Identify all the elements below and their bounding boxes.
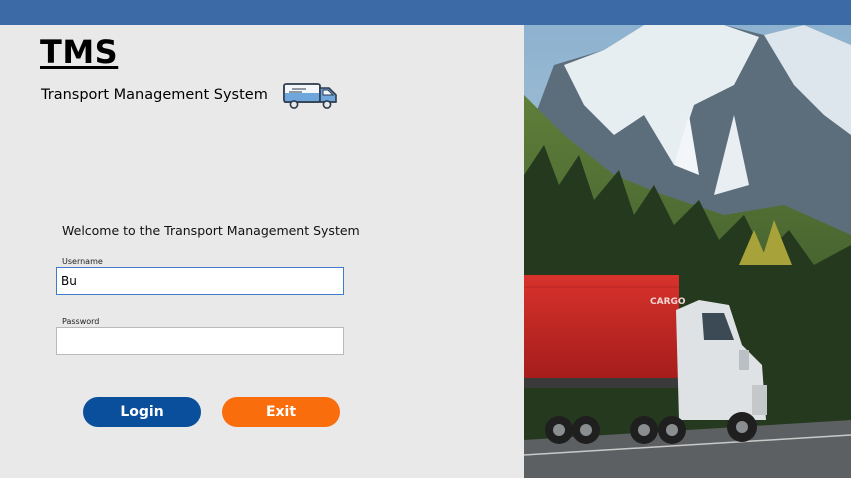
- app-subtitle: Transport Management System: [41, 87, 268, 103]
- username-label: Username: [62, 257, 103, 266]
- truck-icon: [283, 83, 337, 109]
- password-label: Password: [62, 317, 100, 326]
- welcome-text: Welcome to the Transport Management Syst…: [62, 223, 360, 238]
- window-titlebar: [0, 0, 851, 25]
- truck-mountain-photo: CARGO: [524, 25, 851, 478]
- exit-button[interactable]: Exit: [222, 397, 340, 427]
- password-field[interactable]: [56, 327, 344, 355]
- login-button[interactable]: Login: [83, 397, 201, 427]
- username-field[interactable]: [56, 267, 344, 295]
- app-title: TMS: [40, 33, 119, 71]
- trailer-cargo-text: CARGO: [650, 297, 686, 307]
